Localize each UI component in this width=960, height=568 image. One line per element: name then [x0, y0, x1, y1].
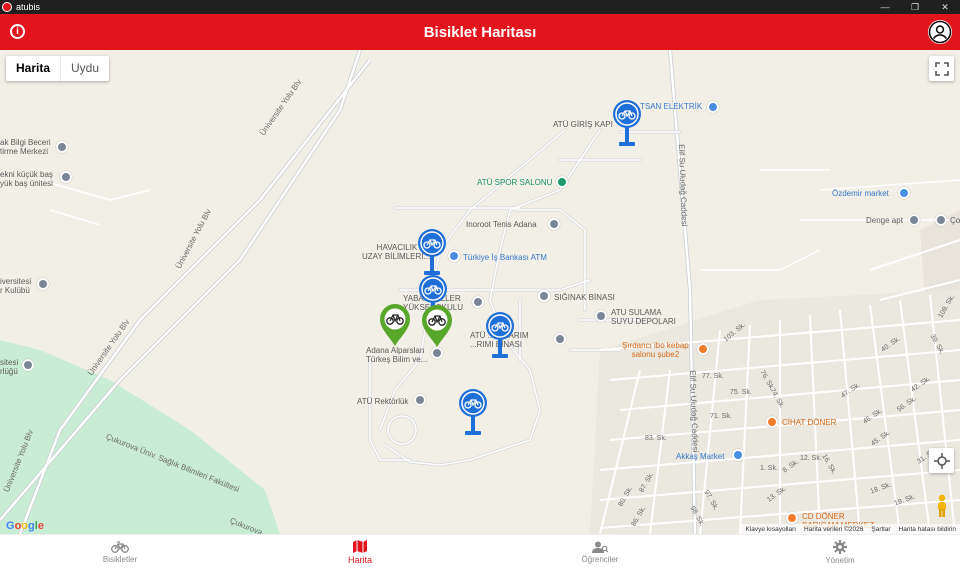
nav-bisikletler[interactable]: Bisikletler: [0, 535, 240, 568]
label-sitesi: sitesi rlüğü: [0, 358, 19, 376]
page-title: Bisiklet Haritası: [423, 23, 537, 41]
nav-yonetim-label: Yönetim: [825, 555, 855, 565]
map-view[interactable]: ATÜ GİRİŞ KAPI TSAN ELEKTRİK ATÜ SPOR SA…: [0, 50, 960, 534]
restaurant-pin-icon: [697, 343, 709, 355]
station-marker[interactable]: [485, 311, 515, 366]
street-label: 1. Sk.: [760, 465, 778, 472]
label-spor-salonu: ATÜ SPOR SALONU: [477, 178, 553, 187]
street-label: 71. Sk.: [710, 413, 732, 420]
farm-pin-icon: [60, 171, 72, 183]
water-pin-icon: [595, 310, 607, 322]
bicycle-icon: [111, 540, 129, 553]
label-denge: Denge apt: [866, 216, 903, 225]
info-icon[interactable]: i: [10, 24, 25, 39]
nav-harita[interactable]: Harita: [240, 535, 480, 568]
label-ekni: ekni küçük baş yük baş ünitesi: [0, 170, 53, 188]
app-name: atubis: [16, 2, 41, 12]
label-sirdanci: Şırdancı ibo kebap salonu şube2: [622, 341, 689, 359]
street-label: 77. Sk.: [702, 373, 724, 380]
settings-icon: [833, 539, 847, 554]
market-pin-icon-2: [898, 187, 910, 199]
bike-marker[interactable]: [379, 303, 411, 352]
account-circle-icon[interactable]: [928, 20, 952, 44]
label-tenis: Inoroot Tenis Adana: [466, 220, 537, 229]
building-pin-icon-2: [935, 214, 947, 226]
education-pin-icon: [56, 141, 68, 153]
bottom-navigation: Bisikletler Harita Öğrenciler Yönetim: [0, 534, 960, 568]
street-label: 75. Sk.: [730, 389, 752, 396]
map-data-text: Harita verileri ©2026: [804, 525, 864, 533]
apartment-pin-icon: [908, 214, 920, 226]
nav-ogrenciler-label: Öğrenciler: [581, 554, 619, 564]
minimize-button[interactable]: —: [870, 0, 900, 14]
window-titlebar: atubis — ❐ ✕: [0, 0, 960, 14]
bike-marker[interactable]: [421, 304, 453, 353]
keyboard-shortcuts-link[interactable]: Klavye kısayolları: [745, 526, 796, 533]
report-error-link[interactable]: Harita hatası bildirin: [899, 526, 956, 533]
station-marker[interactable]: [458, 388, 488, 443]
nav-bisikletler-label: Bisikletler: [102, 554, 138, 564]
location-icon[interactable]: [929, 448, 954, 473]
map-type-uydu-button[interactable]: Uydu: [61, 56, 109, 81]
terms-link[interactable]: Şartlar: [871, 526, 890, 533]
close-button[interactable]: ✕: [930, 0, 960, 14]
label-cihat: CİHAT DÖNER: [782, 418, 837, 427]
office-pin-icon-2: [22, 359, 34, 371]
office-pin-icon: [414, 394, 426, 406]
map-icon: [353, 539, 367, 553]
app-logo-icon: [2, 2, 12, 12]
repair-pin-icon: [554, 333, 566, 345]
label-tsan: TSAN ELEKTRİK: [640, 102, 703, 111]
label-akkas: Akkaş Market: [676, 452, 725, 461]
nav-yonetim[interactable]: Yönetim: [720, 535, 960, 568]
restaurant-pin-icon-3: [786, 512, 798, 524]
street-label: 83. Sk.: [645, 435, 667, 442]
map-type-harita-button[interactable]: Harita: [6, 56, 62, 81]
label-is-bankasi: Türkiye İş Bankası ATM: [463, 253, 547, 262]
shop-pin-icon: [707, 101, 719, 113]
label-rektorluk: ATÜ Rektörlük: [357, 397, 409, 406]
club-pin-icon: [37, 278, 49, 290]
label-bilgi-beceri: ak Bilgi Beceri tirme Merkezi: [0, 138, 51, 156]
nav-ogrenciler[interactable]: Öğrenciler: [480, 535, 720, 568]
tennis-pin-icon: [548, 218, 560, 230]
google-logo: Google: [6, 520, 44, 532]
market-pin-icon: [732, 449, 744, 461]
label-sulama: ATU SULAMA SUYU DEPOLARI: [611, 308, 676, 326]
label-atu-giris: ATÜ GİRİŞ KAPI: [553, 120, 613, 129]
building-pin-icon: [538, 290, 550, 302]
label-siginak: SIĞINAK BİNASI: [554, 293, 615, 302]
nav-harita-label: Harita: [347, 554, 372, 565]
street-view-pegman-icon[interactable]: [934, 494, 950, 518]
fullscreen-icon[interactable]: [929, 56, 954, 81]
atm-pin-icon: [448, 250, 460, 262]
map-attribution: Klavye kısayolları Harita verileri ©2026…: [741, 524, 960, 534]
maximize-button[interactable]: ❐: [900, 0, 930, 14]
restaurant-pin-icon-2: [766, 416, 778, 428]
app-header: i Bisiklet Haritası: [0, 14, 960, 50]
label-codd: Çod: [950, 216, 960, 225]
label-universite-kulubu: iversitesi r Kulübü: [0, 277, 32, 295]
label-ozdemir: Özdemir market: [832, 189, 889, 198]
station-marker[interactable]: [612, 99, 642, 154]
school-pin-icon: [472, 296, 484, 308]
street-label: 12. Sk.: [800, 455, 822, 462]
students-icon: [592, 541, 608, 553]
map-type-control: Harita Uydu: [6, 56, 110, 81]
gym-pin-icon: [556, 176, 568, 188]
